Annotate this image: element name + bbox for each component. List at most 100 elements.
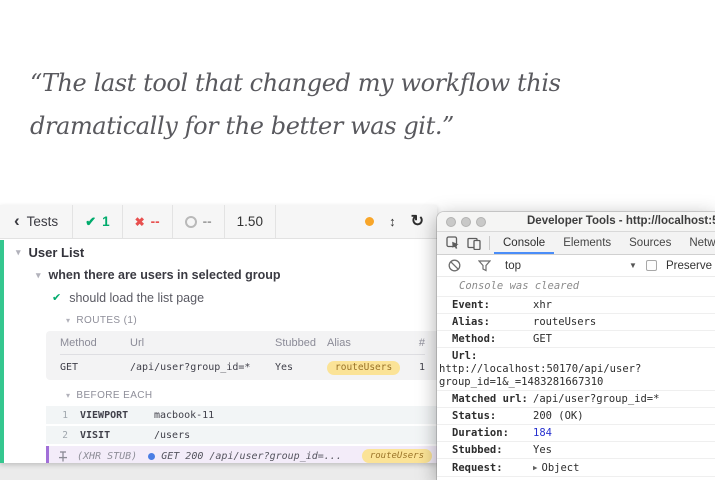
route-stubbed: Yes xyxy=(275,362,327,373)
command-name: VISIT xyxy=(80,430,154,441)
preserve-log-label: Preserve xyxy=(666,260,712,272)
tab-sources[interactable]: Sources xyxy=(620,232,680,254)
run-duration-value: 1.50 xyxy=(237,214,263,229)
console-value: routeUsers xyxy=(533,316,596,328)
devtools-window: Developer Tools - http://localhost:5 Con… xyxy=(437,212,715,480)
runner-report: ▾ User List ▾ when there are users in se… xyxy=(0,240,437,463)
console-value: Object xyxy=(542,462,580,474)
route-method: GET xyxy=(60,362,130,373)
command-line-number: 1 xyxy=(46,410,68,421)
console-value: xhr xyxy=(533,299,552,311)
command-name: VIEWPORT xyxy=(80,410,154,421)
failed-count: ✖ -- xyxy=(123,205,173,238)
zoom-window-icon[interactable] xyxy=(476,217,486,227)
pending-count-value: -- xyxy=(203,214,212,229)
caret-down-icon: ▾ xyxy=(66,390,70,401)
console-value: GET xyxy=(533,333,552,345)
before-each-section-toggle[interactable]: ▾ BEFORE EACH xyxy=(66,390,437,401)
pin-icon[interactable] xyxy=(58,451,68,462)
console-cleared-message: Console was cleared xyxy=(437,277,715,296)
reload-icon[interactable]: ↻ xyxy=(411,214,424,230)
window-controls xyxy=(446,217,486,227)
console-value: 200 (OK) xyxy=(533,410,584,422)
status-dot-icon xyxy=(365,217,374,226)
device-toolbar-icon[interactable] xyxy=(465,234,483,252)
console-entry: Request:▶ Object xyxy=(437,458,715,476)
passed-count: ✔ 1 xyxy=(73,205,122,238)
routes-section-toggle[interactable]: ▾ ROUTES (1) xyxy=(66,315,437,326)
console-key: Duration: xyxy=(452,427,533,440)
auto-scroll-icon[interactable]: ↕ xyxy=(389,214,396,229)
command-row[interactable]: 1 VIEWPORT macbook-11 xyxy=(46,406,437,424)
col-alias: Alias xyxy=(327,337,413,349)
console-key: Url: xyxy=(452,350,533,363)
console-key: Stubbed: xyxy=(452,444,533,457)
xhr-stub-row[interactable]: (XHR STUB) GET 200 /api/user?group_id=..… xyxy=(46,446,437,463)
inspect-element-icon[interactable] xyxy=(444,234,462,252)
devtools-window-title: Developer Tools - http://localhost:5 xyxy=(527,212,715,231)
frame-context-selector[interactable]: top xyxy=(505,260,521,272)
tab-elements[interactable]: Elements xyxy=(554,232,620,254)
console-entry: Response:▶Object xyxy=(437,476,715,480)
suite-when-users[interactable]: ▾ when there are users in selected group xyxy=(36,269,437,282)
console-toolbar: top ▼ Preserve xyxy=(437,255,715,277)
subsuite-title: when there are users in selected group xyxy=(49,269,281,282)
col-method: Method xyxy=(60,337,130,349)
check-icon: ✔ xyxy=(52,292,61,305)
devtools-titlebar[interactable]: Developer Tools - http://localhost:5 xyxy=(437,212,715,232)
test-runner-panel: ‹ Tests ✔ 1 ✖ -- -- 1.50 ↕ ↻ ▾ User List xyxy=(0,205,437,463)
expand-arrow-icon[interactable]: ▶ xyxy=(533,463,538,472)
suite-user-list[interactable]: ▾ User List xyxy=(16,246,437,259)
console-entry: Method:GET xyxy=(437,330,715,347)
close-window-icon[interactable] xyxy=(446,217,456,227)
chevron-left-icon: ‹ xyxy=(14,212,20,229)
console-value: Yes xyxy=(533,444,552,456)
dropdown-arrow-icon[interactable]: ▼ xyxy=(629,261,637,270)
route-alias: routeUsers xyxy=(327,361,413,375)
command-message: /users xyxy=(154,430,190,441)
console-value: /api/user?group_id=* xyxy=(533,393,659,405)
passed-count-value: 1 xyxy=(102,214,110,229)
route-row: GET /api/user?group_id=* Yes routeUsers … xyxy=(60,355,425,380)
console-output: Console was cleared Event:xhr Alias:rout… xyxy=(437,277,715,480)
preserve-log-checkbox[interactable] xyxy=(646,260,657,271)
tab-network[interactable]: Network xyxy=(680,232,715,254)
col-stubbed: Stubbed xyxy=(275,337,327,349)
runner-header: ‹ Tests ✔ 1 ✖ -- -- 1.50 ↕ ↻ xyxy=(0,205,437,239)
failed-count-value: -- xyxy=(151,214,160,229)
console-key: Alias: xyxy=(452,316,533,329)
console-value: 184 xyxy=(533,427,552,439)
xhr-stub-type: (XHR STUB) xyxy=(77,451,137,462)
console-key: Event: xyxy=(452,299,533,312)
xhr-stub-message: GET 200 /api/user?group_id=... xyxy=(161,451,342,462)
back-to-tests-label: Tests xyxy=(27,214,59,229)
filter-icon[interactable] xyxy=(475,257,493,275)
command-log: 1 VIEWPORT macbook-11 2 VISIT /users (XH… xyxy=(46,406,437,463)
circle-icon xyxy=(185,216,197,228)
clear-console-icon[interactable] xyxy=(445,257,463,275)
caret-down-icon: ▾ xyxy=(66,315,70,326)
test-should-load[interactable]: ✔ should load the list page xyxy=(52,292,437,305)
minimize-window-icon[interactable] xyxy=(461,217,471,227)
command-row[interactable]: 2 VISIT /users xyxy=(46,426,437,444)
console-key: Request: xyxy=(452,462,533,475)
console-entry: Url:http://localhost:50170/api/user?grou… xyxy=(437,347,715,390)
back-to-tests-button[interactable]: ‹ Tests xyxy=(0,205,73,238)
test-title: should load the list page xyxy=(69,292,204,305)
route-count: 1 xyxy=(419,362,425,373)
tab-console[interactable]: Console xyxy=(494,232,554,254)
check-icon: ✔ xyxy=(85,214,96,230)
console-entry: Stubbed:Yes xyxy=(437,441,715,458)
command-message: macbook-11 xyxy=(154,410,214,421)
console-entry: Status:200 (OK) xyxy=(437,407,715,424)
toolbar-divider xyxy=(489,236,490,250)
caret-down-icon[interactable]: ▾ xyxy=(36,269,41,282)
caret-down-icon[interactable]: ▾ xyxy=(16,246,21,259)
routes-section-label: ROUTES (1) xyxy=(76,315,137,326)
console-key: Matched url: xyxy=(452,393,533,406)
console-key: Method: xyxy=(452,333,533,346)
col-url: Url xyxy=(130,337,275,349)
console-entry: Alias:routeUsers xyxy=(437,313,715,330)
request-dot-icon xyxy=(148,453,155,460)
pending-count: -- xyxy=(173,205,225,238)
